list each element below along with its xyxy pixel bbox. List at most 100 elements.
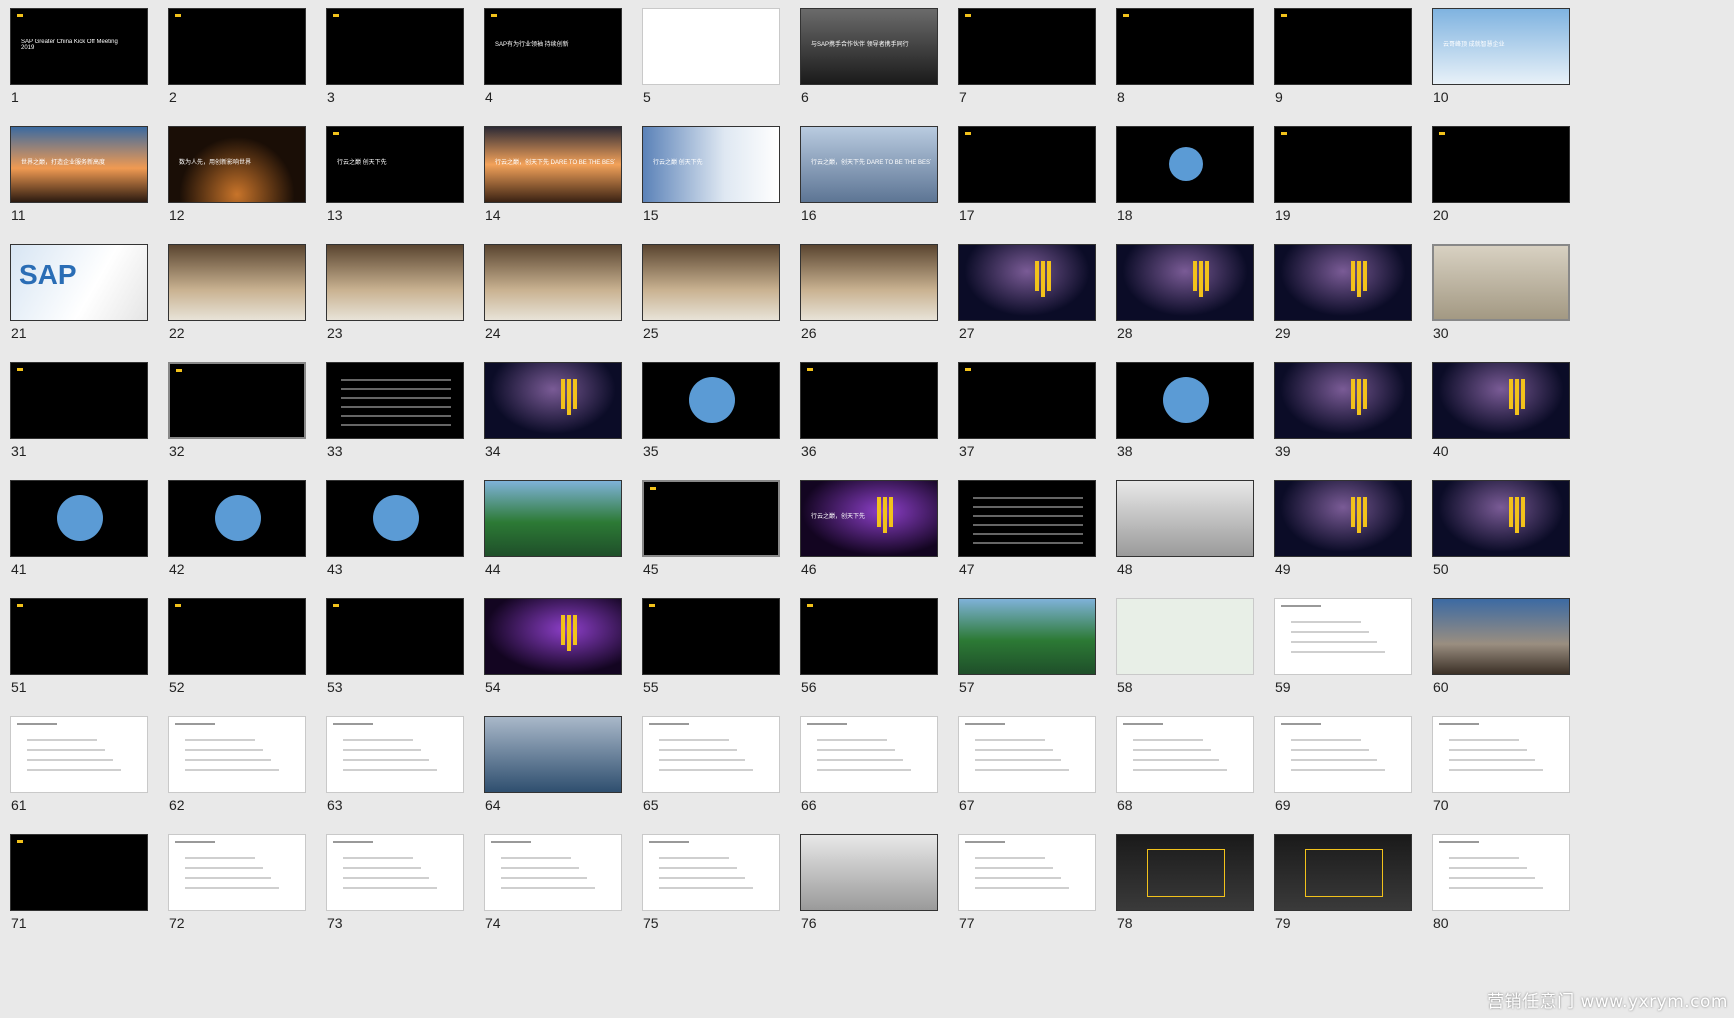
slide-thumbnail-34[interactable]: 34	[484, 362, 622, 487]
slide-preview[interactable]	[1116, 716, 1254, 793]
slide-preview[interactable]: 世界之巅，打造企业服务新高度	[10, 126, 148, 203]
slide-thumbnail-22[interactable]: 22	[168, 244, 306, 369]
slide-thumbnail-55[interactable]: 55	[642, 598, 780, 723]
slide-thumbnail-2[interactable]: 2	[168, 8, 306, 133]
slide-preview[interactable]	[1116, 834, 1254, 911]
slide-thumbnail-12[interactable]: 数为人先，用创新影响世界 12	[168, 126, 306, 251]
slide-preview[interactable]	[326, 834, 464, 911]
slide-preview[interactable]	[642, 598, 780, 675]
slide-thumbnail-3[interactable]: 3	[326, 8, 464, 133]
slide-preview[interactable]	[168, 716, 306, 793]
slide-thumbnail-27[interactable]: 27	[958, 244, 1096, 369]
slide-thumbnail-54[interactable]: 54	[484, 598, 622, 723]
slide-preview[interactable]	[800, 716, 938, 793]
slide-thumbnail-26[interactable]: 26	[800, 244, 938, 369]
slide-thumbnail-33[interactable]: 33	[326, 362, 464, 487]
slide-thumbnail-29[interactable]: 29	[1274, 244, 1412, 369]
slide-thumbnail-18[interactable]: 18	[1116, 126, 1254, 251]
slide-thumbnail-64[interactable]: 64	[484, 716, 622, 841]
slide-thumbnail-50[interactable]: 50	[1432, 480, 1570, 605]
slide-preview[interactable]	[1274, 8, 1412, 85]
slide-thumbnail-68[interactable]: 68	[1116, 716, 1254, 841]
slide-thumbnail-46[interactable]: 行云之巅，创天下先 46	[800, 480, 938, 605]
slide-thumbnail-76[interactable]: 76	[800, 834, 938, 959]
slide-thumbnail-32[interactable]: 32	[168, 362, 306, 487]
slide-thumbnail-77[interactable]: 77	[958, 834, 1096, 959]
slide-preview[interactable]	[642, 716, 780, 793]
slide-preview[interactable]	[642, 480, 780, 557]
slide-thumbnail-8[interactable]: 8	[1116, 8, 1254, 133]
slide-preview[interactable]	[800, 244, 938, 321]
slide-preview[interactable]	[326, 362, 464, 439]
slide-preview[interactable]	[1274, 834, 1412, 911]
slide-preview[interactable]: 行云之巅，创天下先 DARE TO BE THE BEST	[800, 126, 938, 203]
slide-thumbnail-63[interactable]: 63	[326, 716, 464, 841]
slide-preview[interactable]	[1432, 126, 1570, 203]
slide-preview[interactable]: 数为人先，用创新影响世界	[168, 126, 306, 203]
slide-preview[interactable]	[168, 8, 306, 85]
slide-thumbnail-6[interactable]: 与SAP携手合作伙伴 领导者携手同行 6	[800, 8, 938, 133]
slide-preview[interactable]	[168, 362, 306, 439]
slide-preview[interactable]	[10, 598, 148, 675]
slide-preview[interactable]	[168, 834, 306, 911]
slide-thumbnail-66[interactable]: 66	[800, 716, 938, 841]
slide-preview[interactable]	[1274, 126, 1412, 203]
slide-thumbnail-45[interactable]: 45	[642, 480, 780, 605]
slide-thumbnail-28[interactable]: 28	[1116, 244, 1254, 369]
slide-preview[interactable]: SAP	[10, 244, 148, 321]
slide-preview[interactable]	[1116, 362, 1254, 439]
slide-preview[interactable]	[484, 716, 622, 793]
slide-thumbnail-48[interactable]: 48	[1116, 480, 1254, 605]
slide-thumbnail-74[interactable]: 74	[484, 834, 622, 959]
slide-thumbnail-37[interactable]: 37	[958, 362, 1096, 487]
slide-thumbnail-73[interactable]: 73	[326, 834, 464, 959]
slide-thumbnail-23[interactable]: 23	[326, 244, 464, 369]
slide-preview[interactable]	[1432, 834, 1570, 911]
slide-preview[interactable]	[958, 480, 1096, 557]
slide-preview[interactable]	[326, 8, 464, 85]
slide-thumbnail-30[interactable]: 30	[1432, 244, 1570, 369]
slide-preview[interactable]	[642, 244, 780, 321]
slide-preview[interactable]	[1274, 480, 1412, 557]
slide-preview[interactable]	[168, 244, 306, 321]
slide-thumbnail-67[interactable]: 67	[958, 716, 1096, 841]
slide-thumbnail-52[interactable]: 52	[168, 598, 306, 723]
slide-preview[interactable]	[1432, 598, 1570, 675]
slide-preview[interactable]	[326, 480, 464, 557]
slide-preview[interactable]	[484, 598, 622, 675]
slide-thumbnail-75[interactable]: 75	[642, 834, 780, 959]
slide-thumbnail-17[interactable]: 17	[958, 126, 1096, 251]
slide-thumbnail-70[interactable]: 70	[1432, 716, 1570, 841]
slide-thumbnail-13[interactable]: 行云之巅 创天下先 13	[326, 126, 464, 251]
slide-thumbnail-25[interactable]: 25	[642, 244, 780, 369]
slide-preview[interactable]	[642, 8, 780, 85]
slide-thumbnail-72[interactable]: 72	[168, 834, 306, 959]
slide-thumbnail-60[interactable]: 60	[1432, 598, 1570, 723]
slide-preview[interactable]	[1432, 362, 1570, 439]
slide-thumbnail-24[interactable]: 24	[484, 244, 622, 369]
slide-preview[interactable]	[958, 598, 1096, 675]
slide-preview[interactable]	[1274, 362, 1412, 439]
slide-preview[interactable]	[1116, 598, 1254, 675]
slide-thumbnail-41[interactable]: 41	[10, 480, 148, 605]
slide-preview[interactable]	[1274, 598, 1412, 675]
slide-preview[interactable]	[326, 598, 464, 675]
slide-preview[interactable]	[484, 480, 622, 557]
slide-thumbnail-36[interactable]: 36	[800, 362, 938, 487]
slide-thumbnail-39[interactable]: 39	[1274, 362, 1412, 487]
slide-thumbnail-71[interactable]: 71	[10, 834, 148, 959]
slide-preview[interactable]	[1432, 480, 1570, 557]
slide-preview[interactable]	[800, 362, 938, 439]
slide-preview[interactable]	[1116, 8, 1254, 85]
slide-preview[interactable]	[326, 244, 464, 321]
slide-preview[interactable]	[10, 480, 148, 557]
slide-thumbnail-38[interactable]: 38	[1116, 362, 1254, 487]
slide-thumbnail-15[interactable]: 行云之巅 创天下先 15	[642, 126, 780, 251]
slide-thumbnail-65[interactable]: 65	[642, 716, 780, 841]
slide-preview[interactable]	[1274, 716, 1412, 793]
slide-preview[interactable]	[1116, 126, 1254, 203]
slide-thumbnail-53[interactable]: 53	[326, 598, 464, 723]
slide-thumbnail-14[interactable]: 行云之巅，创天下先 DARE TO BE THE BEST 14	[484, 126, 622, 251]
slide-thumbnail-11[interactable]: 世界之巅，打造企业服务新高度 11	[10, 126, 148, 251]
slide-thumbnail-79[interactable]: 79	[1274, 834, 1412, 959]
